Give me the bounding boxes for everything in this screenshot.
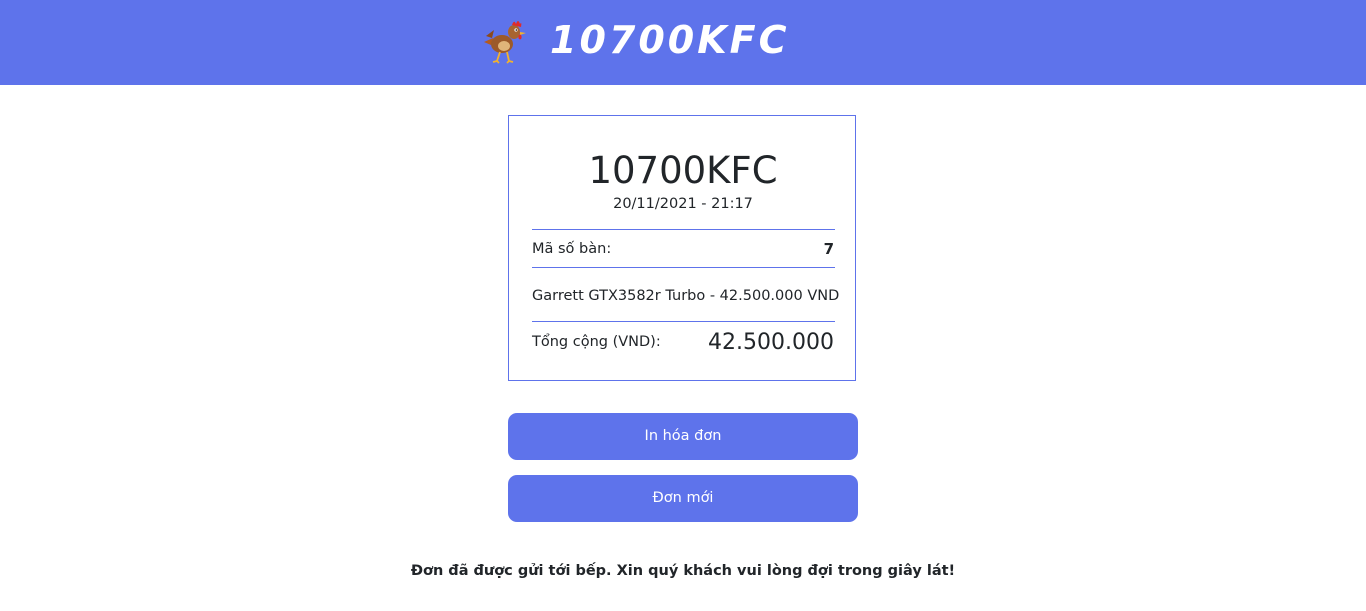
order-item: Garrett GTX3582r Turbo - 42.500.000 VND: [532, 288, 840, 304]
receipt-card: 10700KFC 20/11/2021 - 21:17 Mã số bàn: 7…: [508, 115, 856, 381]
top-header: 10700KFC: [0, 0, 1366, 85]
receipt-datetime: 20/11/2021 - 21:17: [613, 196, 753, 212]
rooster-mascot-icon: [484, 21, 526, 64]
new-order-button[interactable]: Đơn mới: [508, 475, 858, 522]
receipt-title: 10700KFC: [588, 149, 778, 192]
svg-text:10700KFC: 10700KFC: [550, 18, 790, 62]
receipt-divider: [532, 229, 835, 230]
brand-logo-text: 10700KFC: [550, 18, 787, 62]
table-number-label: Mã số bàn:: [532, 241, 612, 257]
total-value: 42.500.000: [708, 330, 834, 355]
print-invoice-button[interactable]: In hóa đơn: [508, 413, 858, 460]
total-label: Tổng cộng (VND):: [532, 334, 661, 350]
receipt-divider: [532, 267, 835, 268]
order-sent-notice: Đơn đã được gửi tới bếp. Xin quý khách v…: [410, 563, 956, 579]
table-number-value: 7: [823, 240, 834, 258]
receipt-divider: [532, 321, 835, 322]
